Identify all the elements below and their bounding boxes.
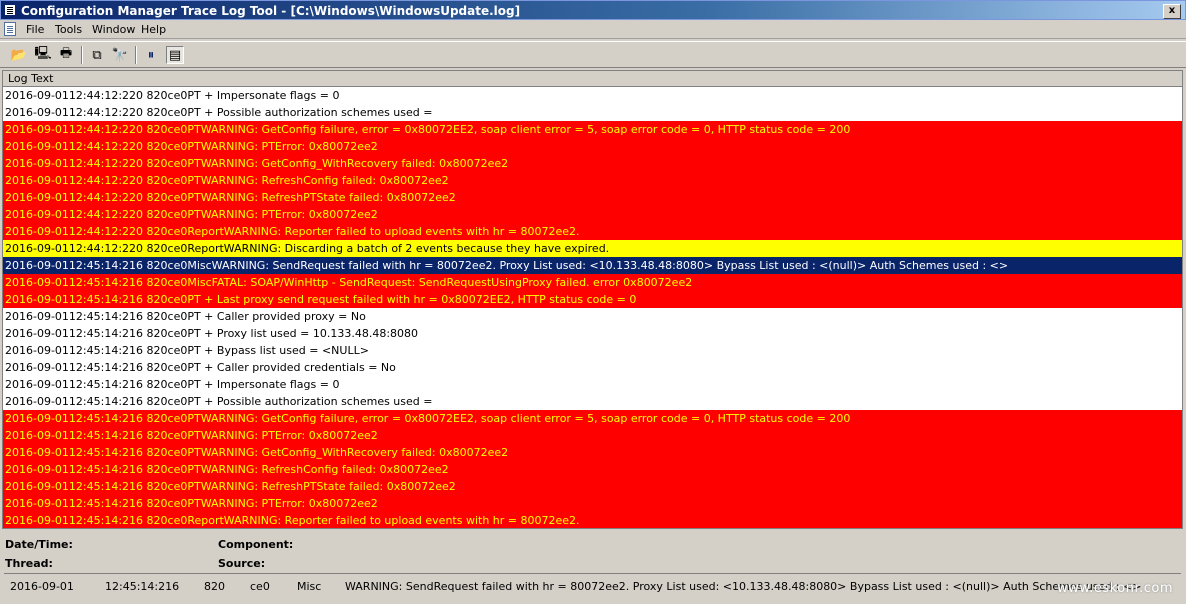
- copy-icon[interactable]: ⧉: [88, 46, 106, 64]
- menu-window[interactable]: Window: [92, 23, 135, 36]
- selected-thread: ce0: [250, 580, 270, 593]
- menu-tools[interactable]: Tools: [55, 23, 82, 36]
- open-folder-icon[interactable]: 📂: [10, 46, 28, 64]
- close-button[interactable]: x: [1163, 4, 1181, 19]
- log-row[interactable]: 2016-09-0112:44:12:220 820ce0PTWARNING: …: [3, 189, 1182, 206]
- log-row[interactable]: 2016-09-0112:44:12:220 820ce0PTWARNING: …: [3, 121, 1182, 138]
- menu-bar: File Tools Window Help: [0, 20, 1186, 39]
- toolbar-separator: [135, 46, 137, 64]
- highlight-icon[interactable]: ▤: [166, 46, 184, 64]
- log-row[interactable]: 2016-09-0112:44:12:220 820ce0PTWARNING: …: [3, 206, 1182, 223]
- datetime-label: Date/Time:: [5, 538, 73, 551]
- selected-component: Misc: [297, 580, 322, 593]
- log-row[interactable]: 2016-09-0112:45:14:216 820ce0MiscWARNING…: [3, 257, 1182, 274]
- log-list[interactable]: 2016-09-0112:44:12:220 820ce0PT + Impers…: [3, 87, 1182, 528]
- component-label: Component:: [218, 538, 294, 551]
- document-icon[interactable]: [4, 22, 16, 36]
- thread-label: Thread:: [5, 557, 53, 570]
- log-row[interactable]: 2016-09-0112:45:14:216 820ce0PTWARNING: …: [3, 495, 1182, 512]
- log-text-column-header[interactable]: Log Text: [3, 71, 1182, 87]
- log-row[interactable]: 2016-09-0112:45:14:216 820ce0MiscFATAL: …: [3, 274, 1182, 291]
- log-row[interactable]: 2016-09-0112:45:14:216 820ce0PT + Impers…: [3, 376, 1182, 393]
- pause-icon[interactable]: ⏸: [142, 46, 160, 64]
- log-row[interactable]: 2016-09-0112:45:14:216 820ce0ReportWARNI…: [3, 512, 1182, 528]
- menu-file[interactable]: File: [26, 23, 44, 36]
- log-row[interactable]: 2016-09-0112:45:14:216 820ce0PT + Caller…: [3, 359, 1182, 376]
- menu-help[interactable]: Help: [141, 23, 166, 36]
- print-preview-icon[interactable]: 🖳: [34, 46, 52, 64]
- log-row[interactable]: 2016-09-0112:45:14:216 820ce0PT + Bypass…: [3, 342, 1182, 359]
- window-title: Configuration Manager Trace Log Tool - […: [21, 4, 521, 18]
- details-pane: Date/Time: Component: Thread: Source: 20…: [2, 533, 1183, 602]
- app-icon[interactable]: [4, 4, 16, 16]
- log-panel[interactable]: Log Text 2016-09-0112:44:12:220 820ce0PT…: [2, 70, 1183, 529]
- log-row[interactable]: 2016-09-0112:45:14:216 820ce0PTWARNING: …: [3, 410, 1182, 427]
- title-bar[interactable]: Configuration Manager Trace Log Tool - […: [0, 0, 1186, 20]
- log-row[interactable]: 2016-09-0112:44:12:220 820ce0PT + Impers…: [3, 87, 1182, 104]
- log-row[interactable]: 2016-09-0112:44:12:220 820ce0PTWARNING: …: [3, 138, 1182, 155]
- selected-entry-details: 2016-09-01 12:45:14:216 820 ce0 Misc WAR…: [4, 573, 1181, 599]
- log-row[interactable]: 2016-09-0112:44:12:220 820ce0PTWARNING: …: [3, 172, 1182, 189]
- print-icon[interactable]: 🖶: [57, 46, 75, 64]
- log-row[interactable]: 2016-09-0112:44:12:220 820ce0ReportWARNI…: [3, 223, 1182, 240]
- log-row[interactable]: 2016-09-0112:45:14:216 820ce0PT + Proxy …: [3, 325, 1182, 342]
- log-row[interactable]: 2016-09-0112:44:12:220 820ce0PT + Possib…: [3, 104, 1182, 121]
- source-label: Source:: [218, 557, 266, 570]
- log-row[interactable]: 2016-09-0112:45:14:216 820ce0PT + Caller…: [3, 308, 1182, 325]
- watermark: www.eskonr.com: [1057, 581, 1173, 596]
- log-row[interactable]: 2016-09-0112:45:14:216 820ce0PTWARNING: …: [3, 461, 1182, 478]
- find-icon[interactable]: 🔭: [111, 46, 129, 64]
- log-row[interactable]: 2016-09-0112:45:14:216 820ce0PT + Possib…: [3, 393, 1182, 410]
- log-row[interactable]: 2016-09-0112:44:12:220 820ce0ReportWARNI…: [3, 240, 1182, 257]
- log-row[interactable]: 2016-09-0112:45:14:216 820ce0PTWARNING: …: [3, 427, 1182, 444]
- selected-pid: 820: [204, 580, 225, 593]
- log-row[interactable]: 2016-09-0112:45:14:216 820ce0PTWARNING: …: [3, 478, 1182, 495]
- log-row[interactable]: 2016-09-0112:44:12:220 820ce0PTWARNING: …: [3, 155, 1182, 172]
- log-row[interactable]: 2016-09-0112:45:14:216 820ce0PTWARNING: …: [3, 444, 1182, 461]
- selected-time: 12:45:14:216: [105, 580, 180, 593]
- selected-message: WARNING: SendRequest failed with hr = 80…: [345, 580, 1142, 593]
- selected-date: 2016-09-01: [10, 580, 74, 593]
- toolbar: 📂 🖳 🖶 ⧉ 🔭 ⏸ ▤: [0, 41, 1186, 68]
- toolbar-separator: [81, 46, 83, 64]
- log-row[interactable]: 2016-09-0112:45:14:216 820ce0PT + Last p…: [3, 291, 1182, 308]
